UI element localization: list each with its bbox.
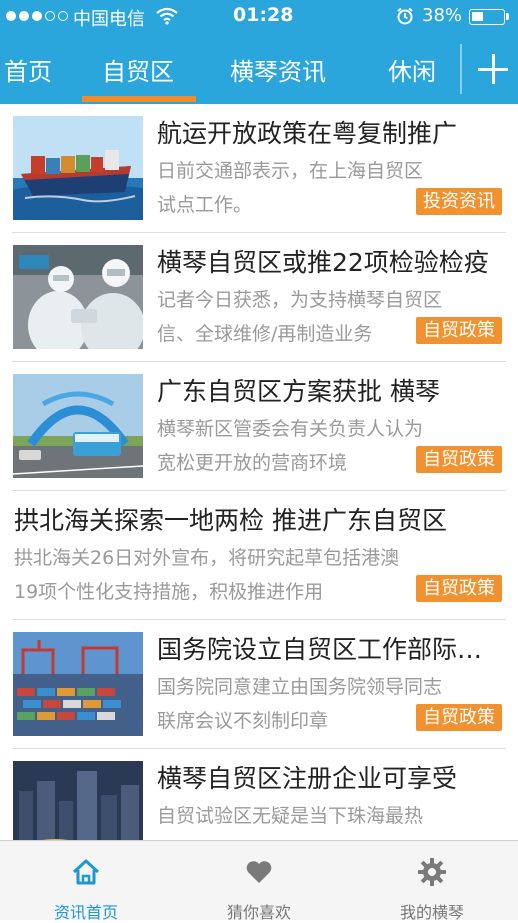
alarm-icon	[397, 7, 413, 25]
article-summary-cont: 19项个性化支持措施，积极推进作用	[14, 581, 324, 603]
clock: 01:28	[233, 4, 294, 26]
article-summary: 国务院同意建立由国务院领导同志	[157, 676, 443, 698]
category-tabs: 首页 自贸区 横琴资讯 休闲	[0, 34, 460, 104]
active-tab-indicator	[82, 96, 196, 102]
category-tag: 自贸政策	[416, 575, 502, 602]
category-tag: 自贸政策	[416, 317, 502, 344]
list-item[interactable]: 国务院设立自贸区工作部际联席会议 国务院同意建立由国务院领导同志 联席会议不刻制…	[0, 620, 518, 749]
tab-leisure[interactable]: 休闲	[388, 52, 436, 87]
top-bar: 中国电信 01:28 38% 首页 自贸区 横琴资讯 休闲	[0, 0, 518, 104]
article-summary: 日前交通部表示，在上海自贸区	[157, 160, 424, 182]
article-title: 航运开放政策在粤复制推广	[157, 119, 458, 148]
list-item[interactable]: 拱北海关探索一地两检 推进广东自贸区 拱北海关26日对外宣布，将研究起草包括港澳…	[0, 491, 518, 620]
battery-percent: 38%	[422, 5, 463, 26]
category-tag: 自贸政策	[416, 704, 502, 731]
article-summary: 记者今日获悉，为支持横琴自贸区	[157, 289, 443, 311]
tab-home[interactable]: 首页	[4, 52, 52, 87]
bottom-nav: 资讯首页 猜你喜欢 我的横琴	[0, 840, 518, 922]
article-summary-cont: 联席会议不刻制印章	[157, 710, 329, 732]
article-thumbnail	[13, 374, 143, 478]
article-summary-cont: 试点工作。	[157, 194, 253, 216]
article-thumbnail	[13, 632, 143, 736]
list-item[interactable]: 广东自贸区方案获批 横琴 横琴新区管委会有关负责人认为 宽松更开放的营商环境 自…	[0, 362, 518, 491]
nav-guess-you-like[interactable]: 猜你喜欢	[173, 841, 345, 922]
nav-news-home[interactable]: 资讯首页	[0, 841, 172, 922]
article-title: 横琴自贸区注册企业可享受	[157, 764, 458, 793]
article-thumbnail	[13, 116, 143, 220]
article-summary: 自贸试验区无疑是当下珠海最热	[157, 805, 424, 827]
add-tab-button[interactable]	[460, 34, 518, 104]
article-summary: 横琴新区管委会有关负责人认为	[157, 418, 424, 440]
nav-my-hengqin[interactable]: 我的横琴	[346, 841, 518, 922]
article-title: 广东自贸区方案获批 横琴	[157, 377, 440, 406]
signal-icon	[6, 11, 68, 21]
list-item[interactable]: 横琴自贸区或推22项检验检疫 记者今日获悉，为支持横琴自贸区 信、全球维修/再制…	[0, 233, 518, 362]
nav-label: 我的横琴	[399, 903, 464, 922]
battery-tip	[506, 13, 509, 20]
battery-icon	[469, 9, 505, 25]
nav-label: 资讯首页	[53, 903, 118, 922]
category-tag: 自贸政策	[416, 446, 502, 473]
home-icon	[72, 859, 100, 885]
article-summary-cont: 宽松更开放的营商环境	[157, 452, 348, 474]
article-title: 横琴自贸区或推22项检验检疫	[157, 248, 489, 277]
article-title: 拱北海关探索一地两检 推进广东自贸区	[14, 506, 447, 535]
list-item[interactable]: 航运开放政策在粤复制推广 日前交通部表示，在上海自贸区 试点工作。 投资资讯	[0, 104, 518, 233]
category-tag: 投资资讯	[416, 188, 502, 215]
article-list: 航运开放政策在粤复制推广 日前交通部表示，在上海自贸区 试点工作。 投资资讯 横…	[0, 104, 518, 840]
heart-icon	[246, 861, 272, 883]
status-bar: 中国电信 01:28 38%	[0, 0, 518, 34]
list-item[interactable]: 横琴自贸区注册企业可享受 自贸试验区无疑是当下珠海最热	[0, 749, 518, 840]
article-thumbnail	[13, 761, 143, 840]
article-thumbnail	[13, 245, 143, 349]
nav-label: 猜你喜欢	[226, 903, 291, 922]
carrier-label: 中国电信	[73, 9, 145, 30]
tab-hengqin-news[interactable]: 横琴资讯	[230, 52, 326, 87]
tab-free-trade-zone[interactable]: 自贸区	[102, 52, 174, 87]
article-title: 国务院设立自贸区工作部际联席会议	[157, 635, 504, 664]
gear-icon	[418, 858, 446, 886]
article-summary: 拱北海关26日对外宣布，将研究起草包括港澳	[14, 547, 400, 569]
wifi-icon	[156, 7, 178, 25]
article-summary-cont: 信、全球维修/再制造业务	[157, 323, 373, 345]
